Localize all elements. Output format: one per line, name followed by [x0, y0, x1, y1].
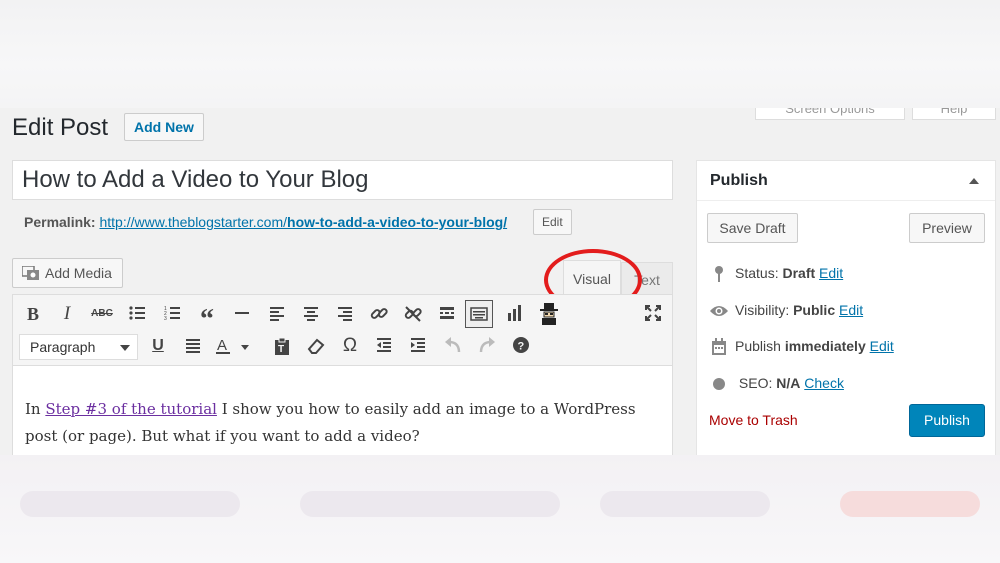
blurred-bottom-band: [0, 455, 1000, 563]
horizontal-line-icon[interactable]: [228, 300, 256, 328]
blurred-shape: [600, 491, 770, 517]
numbered-list-icon[interactable]: 123: [158, 300, 186, 328]
status-label: Status:: [735, 265, 779, 281]
clear-formatting-icon[interactable]: [302, 332, 330, 360]
chevron-down-icon: [120, 345, 130, 351]
paragraph-format-select[interactable]: Paragraph: [19, 334, 138, 360]
content-prefix: In: [25, 400, 46, 418]
add-media-button[interactable]: Add Media: [12, 258, 123, 288]
decrease-indent-icon[interactable]: [370, 332, 398, 360]
permalink-slug: how-to-add-a-video-to-your-blog/: [287, 214, 508, 230]
align-left-icon[interactable]: [263, 300, 291, 328]
permalink-edit-button[interactable]: Edit: [533, 209, 572, 235]
screen-options-button[interactable]: Screen Options: [755, 108, 905, 120]
insert-link-icon[interactable]: [365, 300, 393, 328]
tab-text[interactable]: Text: [621, 262, 673, 294]
custom-plugin-icon[interactable]: [535, 300, 563, 328]
seo-label: SEO:: [738, 375, 773, 391]
align-right-icon[interactable]: [331, 300, 359, 328]
tutorial-step-link[interactable]: Step #3 of the tutorial: [45, 400, 217, 418]
blurred-top-band: [0, 0, 1000, 108]
publish-date-row: Publish immediately Edit: [709, 335, 894, 357]
increase-indent-icon[interactable]: [404, 332, 432, 360]
permalink-label: Permalink:: [24, 214, 96, 230]
page-title: Edit Post: [12, 114, 109, 141]
fullscreen-icon[interactable]: [639, 300, 667, 328]
publish-button[interactable]: Publish: [909, 404, 985, 437]
svg-text:T: T: [278, 344, 284, 355]
seo-value: N/A: [776, 375, 801, 391]
seo-row: SEO: N/A Check: [709, 372, 844, 394]
eye-icon: [709, 302, 729, 320]
blockquote-icon[interactable]: “: [193, 300, 221, 335]
remove-link-icon[interactable]: [399, 300, 427, 328]
visibility-edit-link[interactable]: Edit: [839, 302, 863, 318]
tab-visual[interactable]: Visual: [563, 260, 621, 294]
bold-icon[interactable]: B: [19, 300, 47, 328]
editor-toolbar: B I ABC 123 “ Paragraph U A T Ω ?: [12, 294, 673, 366]
toolbar-toggle-icon[interactable]: [465, 300, 493, 328]
paragraph-format-value: Paragraph: [30, 339, 96, 355]
chart-icon[interactable]: [501, 300, 529, 328]
move-to-trash-link[interactable]: Move to Trash: [709, 412, 798, 428]
bulleted-list-icon[interactable]: [123, 300, 151, 328]
redo-icon[interactable]: [473, 332, 501, 360]
svg-text:?: ?: [518, 341, 525, 353]
publish-box-title: Publish: [710, 172, 768, 189]
publish-box-header[interactable]: Publish: [697, 161, 995, 201]
blurred-shape: [20, 491, 240, 517]
permalink-base: http://www.theblogstarter.com/: [99, 214, 288, 230]
permalink-url[interactable]: http://www.theblogstarter.com/how-to-add…: [99, 214, 507, 230]
permalink: Permalink: http://www.theblogstarter.com…: [24, 214, 507, 230]
post-title-input[interactable]: How to Add a Video to Your Blog: [12, 160, 673, 200]
text-color-icon[interactable]: A: [213, 332, 255, 360]
special-character-icon[interactable]: Ω: [336, 332, 364, 360]
undo-icon[interactable]: [439, 332, 467, 360]
italic-icon[interactable]: I: [53, 300, 81, 328]
strikethrough-icon[interactable]: ABC: [88, 300, 116, 328]
add-media-label: Add Media: [45, 265, 112, 281]
publish-date-edit-link[interactable]: Edit: [870, 338, 894, 354]
align-center-icon[interactable]: [297, 300, 325, 328]
collapse-arrow-icon[interactable]: [969, 178, 979, 184]
wp-edit-screen: Screen Options Help Edit Post Add New Ho…: [0, 108, 1000, 455]
blurred-shape: [840, 491, 980, 517]
preview-button[interactable]: Preview: [909, 213, 985, 243]
seo-check-link[interactable]: Check: [804, 375, 844, 391]
help-button[interactable]: Help: [912, 108, 996, 120]
status-row: Status: Draft Edit: [709, 262, 843, 284]
save-draft-button[interactable]: Save Draft: [707, 213, 798, 243]
justify-icon[interactable]: [179, 332, 207, 360]
insert-read-more-icon[interactable]: [433, 300, 461, 328]
blurred-shape: [300, 491, 560, 517]
svg-text:A: A: [217, 337, 227, 354]
calendar-icon: [709, 338, 729, 356]
publish-box: Publish Save Draft Preview Status: Draft…: [696, 160, 996, 455]
underline-icon[interactable]: U: [144, 332, 172, 360]
publish-date-label: Publish: [735, 338, 781, 354]
status-edit-link[interactable]: Edit: [819, 265, 843, 281]
add-media-icon: [22, 266, 39, 280]
visibility-label: Visibility:: [735, 302, 790, 318]
paste-as-text-icon[interactable]: T: [268, 332, 296, 360]
publish-date-value: immediately: [784, 338, 866, 354]
svg-text:3: 3: [164, 316, 167, 321]
visibility-row: Visibility: Public Edit: [709, 299, 863, 321]
pin-icon: [709, 265, 729, 283]
help-icon[interactable]: ?: [507, 332, 535, 360]
seo-status-dot-icon: [709, 375, 729, 393]
post-content-editor[interactable]: In Step #3 of the tutorial I show you ho…: [12, 366, 673, 455]
add-new-button[interactable]: Add New: [124, 113, 204, 141]
status-value: Draft: [782, 265, 816, 281]
visibility-value: Public: [793, 302, 836, 318]
